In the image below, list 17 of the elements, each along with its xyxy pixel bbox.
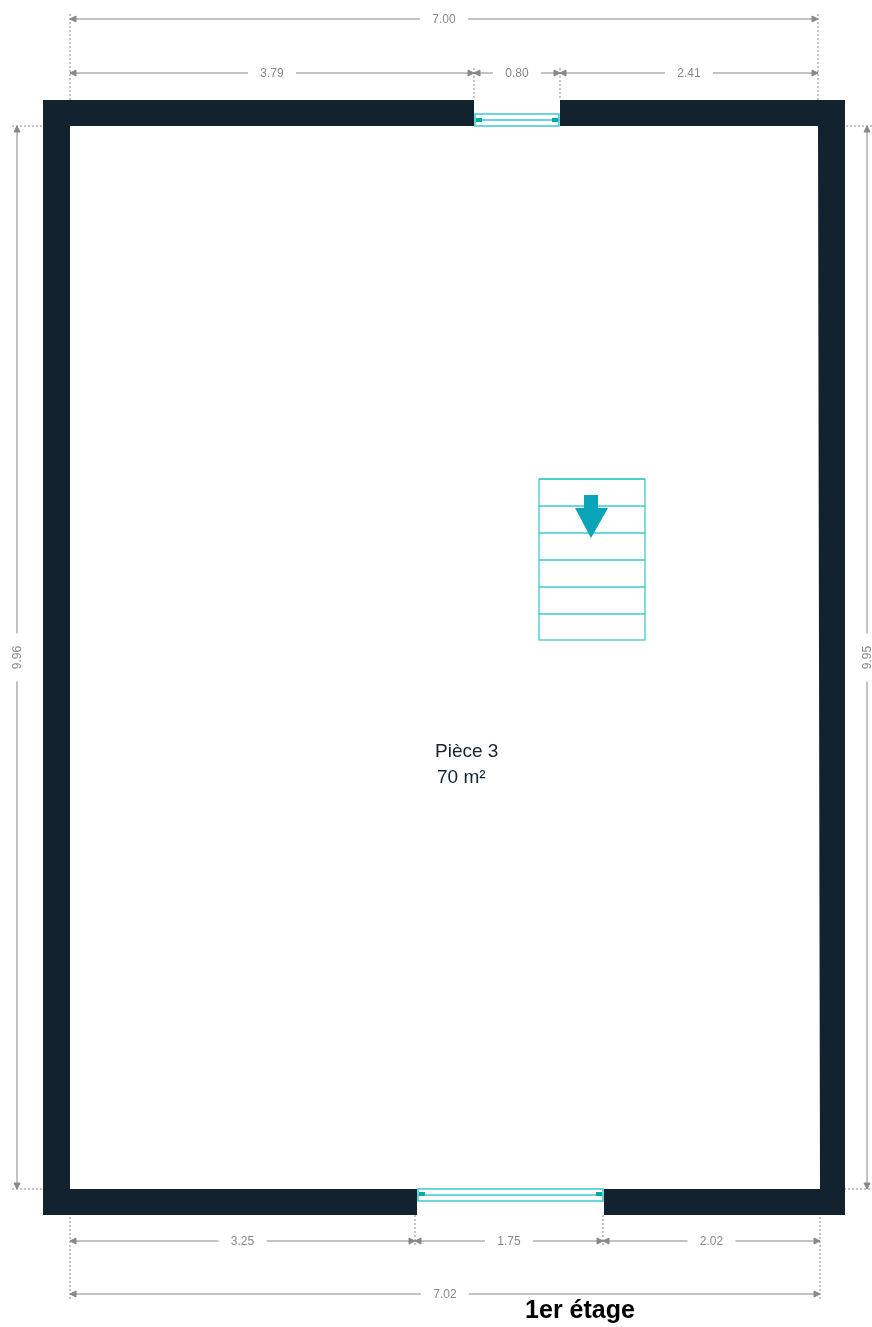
dimension-label: 3.25 — [230, 1234, 255, 1248]
dimension-label: 2.02 — [699, 1234, 724, 1248]
dimension-label: 0.80 — [505, 66, 529, 80]
room-area: 70 m² — [437, 766, 486, 787]
extension-line — [559, 67, 561, 101]
dimension-label: 3.79 — [260, 66, 284, 80]
extension-line — [602, 1214, 604, 1247]
dimension-label: 7.02 — [433, 1287, 457, 1301]
dimension-label: 1.75 — [497, 1234, 521, 1248]
dimension-label: 9.96 — [10, 645, 24, 670]
floor-title: 1er étage — [525, 1295, 635, 1323]
dimension-label: 2.41 — [677, 66, 701, 80]
room-name: Pièce 3 — [435, 740, 499, 761]
extension-line — [414, 1214, 416, 1247]
extension-line — [473, 67, 475, 101]
dimension-label: 7.00 — [432, 12, 456, 26]
dimension-label: 9.95 — [860, 645, 872, 670]
